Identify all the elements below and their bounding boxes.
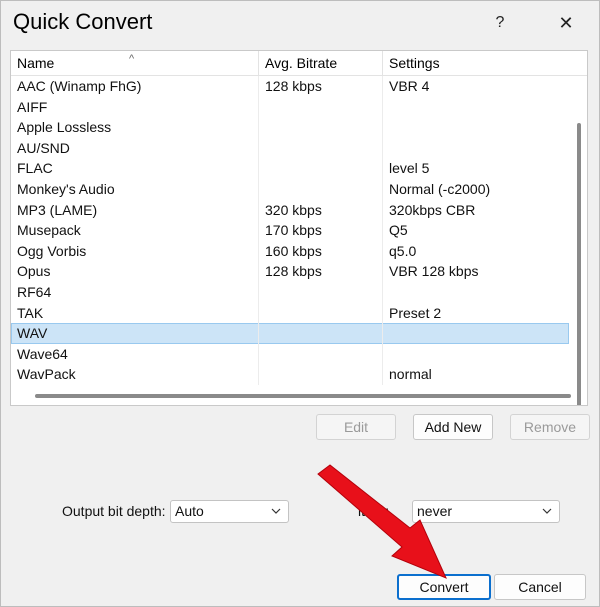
table-row[interactable]: MP3 (LAME) 320 kbps 320kbps CBR (11, 199, 569, 221)
table-row[interactable]: Wave64 (11, 343, 569, 365)
table-row[interactable]: AIFF (11, 96, 569, 118)
cell-name: TAK (11, 302, 259, 324)
table-row[interactable]: Opus 128 kbps VBR 128 kbps (11, 261, 569, 282)
cell-avg-bitrate (259, 281, 383, 303)
dialog-title: Quick Convert (13, 9, 153, 34)
close-button[interactable]: ✕ (554, 11, 578, 35)
cell-settings (383, 117, 569, 138)
table-row[interactable]: AAC (Winamp FhG) 128 kbps VBR 4 (11, 76, 569, 97)
cell-avg-bitrate: 170 kbps (259, 220, 383, 241)
table-row[interactable]: TAK Preset 2 (11, 302, 569, 324)
format-list[interactable]: Name ^ Avg. Bitrate Settings AAC (Winamp… (10, 50, 588, 406)
column-header-name[interactable]: Name ^ (11, 51, 259, 75)
cell-settings: 320kbps CBR (389, 201, 476, 218)
column-header-avg-bitrate[interactable]: Avg. Bitrate (259, 51, 383, 75)
cell-name: Apple Lossless (11, 117, 259, 138)
cell-avg-bitrate (259, 302, 383, 324)
table-row[interactable]: WavPack normal (11, 364, 569, 385)
cell-avg-bitrate (259, 343, 383, 365)
chevron-down-icon (271, 508, 281, 514)
horizontal-scrollbar[interactable] (35, 394, 571, 398)
cell-name: FLAC (11, 158, 259, 179)
column-header-settings[interactable]: Settings (383, 51, 569, 75)
cell-name: Wave64 (11, 343, 259, 365)
cell-avg-bitrate: 320 kbps (259, 199, 383, 221)
cancel-button[interactable]: Cancel (494, 574, 586, 600)
output-bit-depth-label: Output bit depth: (62, 503, 166, 519)
cell-name: AIFF (11, 96, 259, 118)
table-row[interactable]: Ogg Vorbis 160 kbps q5.0 (11, 240, 569, 262)
table-row[interactable]: WAV (11, 323, 569, 344)
cell-name: WAV (11, 323, 259, 344)
table-row[interactable]: RF64 (11, 281, 569, 303)
cell-settings: level 5 (389, 160, 430, 177)
cell-avg-bitrate (259, 364, 383, 385)
table-row[interactable]: Musepack 170 kbps Q5 (11, 220, 569, 241)
cell-avg-bitrate (259, 96, 383, 118)
cell-settings (383, 344, 569, 365)
cell-avg-bitrate (259, 137, 383, 159)
help-button[interactable]: ? (488, 11, 512, 35)
cell-settings (383, 282, 569, 303)
edit-button[interactable]: Edit (316, 414, 396, 440)
cell-avg-bitrate: 160 kbps (259, 240, 383, 262)
cell-settings: normal (389, 366, 432, 383)
column-header-label: Name (17, 55, 55, 71)
dither-label: ither: (358, 503, 390, 519)
cell-avg-bitrate (259, 323, 383, 344)
cell-name: RF64 (11, 281, 259, 303)
cell-settings: Q5 (389, 222, 408, 239)
cell-name: Musepack (11, 220, 259, 241)
cell-avg-bitrate (259, 178, 383, 200)
cell-name: Monkey's Audio (11, 178, 259, 200)
title-bar: Quick Convert ? ✕ (1, 1, 599, 45)
cell-avg-bitrate (259, 117, 383, 138)
cell-name: Ogg Vorbis (11, 240, 259, 262)
sort-ascending-icon: ^ (129, 53, 135, 65)
table-row[interactable]: AU/SND (11, 137, 569, 159)
dither-select[interactable]: never (412, 500, 560, 523)
chevron-down-icon (542, 508, 552, 514)
cell-settings: VBR 128 kbps (389, 263, 479, 280)
vertical-scrollbar[interactable] (577, 123, 581, 405)
cell-settings (383, 138, 569, 159)
cell-avg-bitrate: 128 kbps (259, 261, 383, 282)
cell-settings: VBR 4 (389, 78, 430, 94)
table-row[interactable]: FLAC level 5 (11, 158, 569, 179)
output-bit-depth-select[interactable]: Auto (170, 500, 289, 523)
cell-name: MP3 (LAME) (11, 199, 259, 221)
dither-value: never (417, 503, 453, 519)
cell-name: AU/SND (11, 137, 259, 159)
convert-button[interactable]: Convert (397, 574, 491, 600)
cell-settings (383, 97, 569, 118)
cell-settings: q5.0 (389, 242, 417, 259)
cell-name: WavPack (11, 364, 259, 385)
cell-name: AAC (Winamp FhG) (11, 76, 259, 97)
list-header: Name ^ Avg. Bitrate Settings (11, 51, 587, 76)
add-new-button[interactable]: Add New (413, 414, 493, 440)
cell-avg-bitrate (259, 158, 383, 179)
cell-settings: Preset 2 (389, 304, 442, 321)
table-row[interactable]: Apple Lossless (11, 117, 569, 138)
table-row[interactable]: Monkey's Audio Normal (-c2000) (11, 178, 569, 200)
output-bit-depth-value: Auto (175, 503, 204, 519)
list-rows: AAC (Winamp FhG) 128 kbps VBR 4 AIFF Apple L… (11, 76, 569, 385)
cell-avg-bitrate: 128 kbps (259, 76, 383, 97)
cell-settings (383, 323, 569, 344)
cell-name: Opus (11, 261, 259, 282)
quick-convert-dialog: Quick Convert ? ✕ Name ^ Avg. Bitrate Se… (0, 0, 600, 607)
remove-button[interactable]: Remove (510, 414, 590, 440)
cell-settings: Normal (-c2000) (389, 180, 491, 197)
